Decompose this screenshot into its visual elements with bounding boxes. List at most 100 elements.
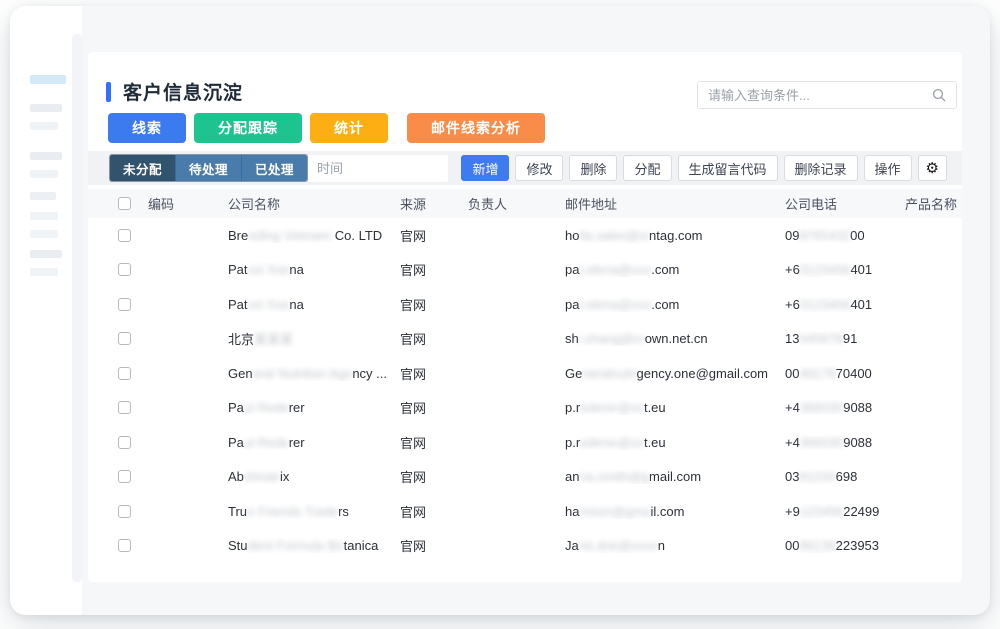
visible-text: 91 (843, 331, 857, 346)
visible-text: Pat (228, 297, 248, 312)
visible-text: 9088 (843, 400, 872, 415)
cell-email: shi.zhang@crown.net.cn (565, 331, 785, 346)
cell-company: True Friends Traders (228, 504, 400, 519)
table-row: Abelmatrix 官网 anna.smith@gmail.com 03812… (88, 460, 962, 495)
visible-text: ix (280, 469, 289, 484)
visible-text: sh (565, 331, 579, 346)
status-tab-group: 未分配待处理已处理 (110, 155, 307, 181)
assign-button[interactable]: 分配 (623, 155, 671, 181)
column-header: 公司电话 (785, 194, 905, 213)
cell-phone: 004917870400 (785, 366, 905, 381)
row-checkbox[interactable] (118, 505, 131, 518)
search-icon[interactable] (932, 88, 946, 102)
visible-text: 401 (850, 297, 872, 312)
redacted-text: t.elena@xxx (579, 262, 651, 277)
sidebar-divider (72, 34, 82, 582)
sidebar-item[interactable] (30, 122, 58, 130)
visible-text: gency.one@gmail.com (637, 366, 768, 381)
time-filter (308, 155, 448, 182)
app-window: 客户信息沉淀 线索分配跟踪统计邮件线索分析 未分配待处理已处理 (10, 6, 990, 615)
sidebar-item[interactable] (30, 250, 62, 258)
status-tab-unassigned[interactable]: 未分配 (110, 155, 175, 181)
redacted-text: xxi Xxe (248, 297, 290, 312)
redacted-text: rrison@gma (579, 504, 650, 519)
visible-text: .com (651, 297, 679, 312)
visible-text: 00 (785, 366, 799, 381)
visible-text: n (658, 538, 665, 553)
sidebar-item-active[interactable] (30, 75, 66, 84)
row-checkbox[interactable] (118, 263, 131, 276)
column-header: 负责人 (468, 194, 565, 213)
select-all-checkbox[interactable] (118, 197, 131, 210)
cell-company: Breeding Vietnam Co. LTD (228, 228, 400, 243)
sidebar-item[interactable] (30, 192, 56, 200)
generate-message-code-button[interactable]: 生成留言代码 (678, 155, 778, 181)
cell-phone: 0086139223953 (785, 538, 905, 553)
redacted-text: 045678 (799, 331, 842, 346)
redacted-text: 366030 (800, 435, 843, 450)
visible-text: Pa (228, 435, 244, 450)
table-row: Patxxi Xxena 官网 pat.elena@xxx.com +60123… (88, 253, 962, 288)
cell-email: Generalnutrigency.one@gmail.com (565, 366, 785, 381)
status-tab-processed[interactable]: 已处理 (241, 155, 307, 181)
table-actions: 新增修改删除分配生成留言代码删除记录操作⚙ (461, 155, 947, 181)
visible-text: 401 (850, 262, 872, 277)
nav-button-statistics[interactable]: 统计 (310, 113, 388, 143)
row-checkbox[interactable] (118, 539, 131, 552)
visible-text: pa (565, 297, 579, 312)
visible-text: na (289, 262, 303, 277)
column-header: 邮件地址 (565, 194, 785, 213)
row-checkbox[interactable] (118, 401, 131, 414)
cell-company: General Nutrition Agency ... (228, 366, 400, 381)
row-checkbox[interactable] (118, 332, 131, 345)
nav-button-leads[interactable]: 线索 (108, 113, 186, 143)
delete-records-button[interactable]: 删除记录 (784, 155, 858, 181)
cell-email: pat.elena@xxx.com (565, 297, 785, 312)
status-tab-pending[interactable]: 待处理 (175, 155, 241, 181)
row-checkbox[interactable] (118, 298, 131, 311)
sidebar-item[interactable] (30, 230, 58, 238)
cell-company: Paul Rederer (228, 435, 400, 450)
sidebar-item[interactable] (30, 152, 62, 160)
settings-gear-icon[interactable]: ⚙ (918, 155, 947, 181)
sidebar-item[interactable] (30, 170, 58, 178)
table-header-row: 编码公司名称来源负责人邮件地址公司电话产品名称 (88, 189, 962, 218)
cell-company: Patxxi Xxena (228, 297, 400, 312)
cell-source: 官网 (400, 226, 468, 245)
operate-button[interactable]: 操作 (864, 155, 912, 181)
cell-email: pat.elena@xxx.com (565, 262, 785, 277)
visible-text: 9088 (843, 435, 872, 450)
edit-button[interactable]: 修改 (515, 155, 563, 181)
visible-text: Stu (228, 538, 248, 553)
cell-source: 官网 (400, 260, 468, 279)
cell-source: 官网 (400, 398, 468, 417)
table-row: 北京某某某 官网 shi.zhang@crown.net.cn 13045678… (88, 322, 962, 357)
visible-text: +4 (785, 435, 800, 450)
visible-text: 698 (836, 469, 858, 484)
add-button[interactable]: 新增 (461, 155, 509, 181)
row-checkbox[interactable] (118, 229, 131, 242)
leads-table: 编码公司名称来源负责人邮件地址公司电话产品名称 Breeding Vietnam… (88, 189, 962, 563)
row-checkbox[interactable] (118, 367, 131, 380)
row-checkbox[interactable] (118, 436, 131, 449)
search-box (697, 81, 957, 109)
sidebar-item[interactable] (30, 212, 58, 220)
cell-phone: +60123456401 (785, 297, 905, 312)
cell-email: holla.sales@vintag.com (565, 228, 785, 243)
row-checkbox[interactable] (118, 470, 131, 483)
visible-text: na (289, 297, 303, 312)
filter-toolbar: 未分配待处理已处理 新增修改删除分配生成留言代码删除记录操作⚙ (88, 151, 962, 185)
visible-text: .com (651, 262, 679, 277)
redacted-text: t.elena@xxx (579, 297, 651, 312)
redacted-text: 366030 (800, 400, 843, 415)
cell-company: Paul Rederer (228, 400, 400, 415)
table-row: True Friends Traders 官网 harrison@gmail.c… (88, 494, 962, 529)
nav-button-assign-track[interactable]: 分配跟踪 (194, 113, 302, 143)
sidebar-item[interactable] (30, 268, 58, 276)
sidebar-item[interactable] (30, 104, 62, 112)
visible-text: rer (289, 435, 305, 450)
search-input[interactable] (708, 88, 932, 103)
redacted-text: 8765432 (799, 228, 850, 243)
delete-button[interactable]: 删除 (569, 155, 617, 181)
nav-button-email-lead-analysis[interactable]: 邮件线索分析 (407, 113, 545, 143)
